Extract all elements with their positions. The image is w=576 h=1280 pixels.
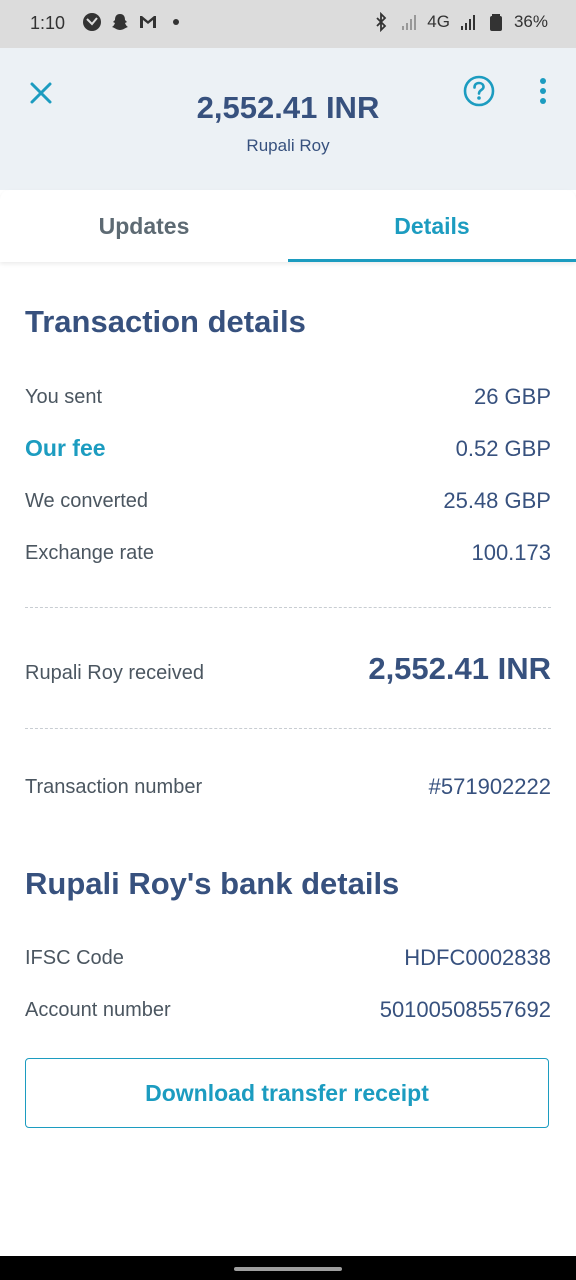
received-label: Rupali Roy received: [25, 662, 204, 684]
battery-icon: [489, 14, 502, 31]
exchange-rate-label: Exchange rate: [25, 542, 154, 564]
divider: [25, 607, 551, 608]
bluetooth-icon: [376, 12, 387, 32]
tab-updates[interactable]: Updates: [0, 190, 288, 262]
signal-weak-icon: [402, 15, 417, 30]
received-value: 2,552.41 INR: [368, 651, 551, 686]
dot-icon: [173, 19, 179, 25]
home-handle[interactable]: [234, 1267, 342, 1271]
status-bar: 1:10 4G 36%: [0, 0, 576, 48]
account-number-value: 50100508557692: [379, 997, 551, 1022]
signal-icon: [460, 15, 475, 30]
header-recipient: Rupali Roy: [246, 136, 330, 155]
we-converted-label: We converted: [25, 490, 149, 512]
account-number-label: Account number: [25, 999, 171, 1021]
more-vert-icon[interactable]: [530, 74, 556, 108]
our-fee-value: 0.52 GBP: [455, 436, 551, 461]
gmail-icon: [140, 16, 156, 28]
system-nav-bar: [0, 1256, 576, 1280]
ifsc-label: IFSC Code: [25, 947, 124, 969]
notification-icons: [82, 12, 186, 32]
download-receipt-button[interactable]: Download transfer receipt: [25, 1058, 549, 1128]
transfer-header: 2,552.41 INR Rupali Roy: [0, 48, 576, 190]
network-type: 4G: [427, 12, 450, 31]
battery-level: 36%: [513, 12, 548, 31]
transaction-number-label: Transaction number: [25, 776, 203, 798]
help-icon[interactable]: [462, 74, 496, 108]
ifsc-value: HDFC0002838: [404, 945, 551, 970]
snapchat-icon: [112, 14, 128, 30]
exchange-rate-value: 100.173: [471, 540, 551, 565]
divider: [25, 728, 551, 729]
transaction-details-title: Transaction details: [25, 304, 306, 339]
system-icons: 4G 36%: [371, 12, 548, 32]
tab-bar: Updates Details: [0, 190, 576, 262]
bank-details-title: Rupali Roy's bank details: [25, 866, 400, 901]
tab-details[interactable]: Details: [288, 190, 576, 262]
we-converted-value: 25.48 GBP: [443, 488, 551, 513]
ball-icon: [83, 13, 101, 31]
you-sent-label: You sent: [25, 386, 103, 408]
status-time: 1:10: [30, 13, 66, 33]
our-fee-link[interactable]: Our fee: [25, 435, 106, 462]
you-sent-value: 26 GBP: [473, 384, 551, 409]
transaction-number-value: #571902222: [428, 774, 551, 799]
